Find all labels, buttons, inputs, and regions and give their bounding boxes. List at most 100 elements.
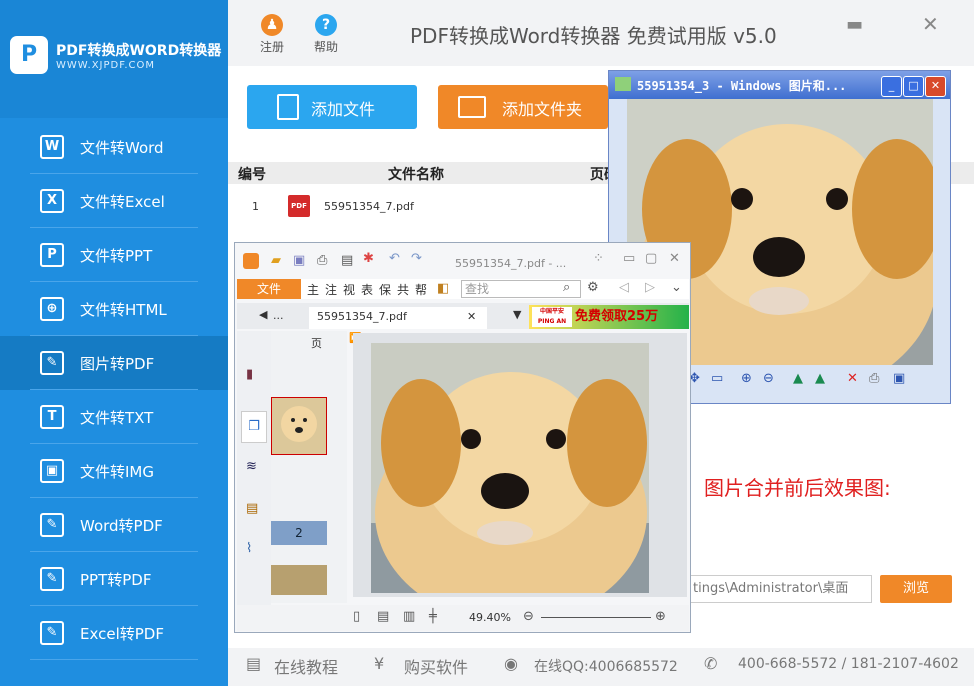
rotate-right-icon[interactable]: ▲ [815,371,825,386]
add-folder-button[interactable]: 添加文件夹 [438,85,608,129]
zoom-in-icon[interactable]: ⊕ [741,371,752,386]
sidebar-item-excel-to-pdf[interactable]: ✎ Excel转PDF [0,606,228,660]
menu-item[interactable]: 帮 [415,281,427,298]
prev-icon[interactable]: ◁ [619,280,629,295]
brand-url: WWW.XJPDF.COM [56,60,156,71]
sidebar-item-label: Word转PDF [80,517,163,535]
page-2-thumbnail[interactable] [271,565,327,595]
viewer-minimize-icon[interactable]: _ [881,76,902,97]
sidebar: P PDF转换成WORD转换器 WWW.XJPDF.COM W 文件转Word X 文… [0,0,228,686]
tab-overflow[interactable]: ... [273,309,284,322]
reader-menu-bar: 文件 主 注 视 表 保 共 帮 ◧ 查找 ⌕ ⚙ ◁ ▷ ⌄ [237,279,689,299]
next-icon[interactable]: ▷ [645,280,655,295]
output-path-input[interactable]: tings\Administrator\桌面 [690,575,872,603]
browse-button[interactable]: 浏览 [880,575,952,603]
sidebar-item-ppt-to-pdf[interactable]: ✎ PPT转PDF [0,552,228,606]
new-icon[interactable]: ✱ [363,251,374,266]
facing-icon[interactable]: ▥ [403,609,415,624]
zoom-out-icon[interactable]: ⊖ [763,371,774,386]
document-tab[interactable]: 55951354_7.pdf ✕ [309,307,487,329]
menu-item[interactable]: 共 [397,281,409,298]
cover-icon[interactable]: ╪ [429,609,437,624]
viewer-maximize-icon[interactable]: □ [903,76,924,97]
redo-icon[interactable]: ↷ [411,251,422,266]
minimize-icon[interactable]: ▬ [846,14,863,35]
reader-side-rail: ▮ ❐ ≋ ▤ ⌇ [237,331,271,631]
menu-item[interactable]: 视 [343,281,355,298]
file-menu[interactable]: 文件 [237,279,301,299]
chevron-down-icon[interactable]: ⌄ [671,280,682,295]
save-icon[interactable]: ▣ [893,371,905,386]
gear-icon[interactable]: ⚙ [587,280,599,295]
reader-minimize-icon[interactable]: ▭ [623,251,635,266]
buy-software-link[interactable]: 购买软件 [404,654,468,678]
file-type-icon: ✎ [40,351,64,375]
sidebar-item-img[interactable]: ▣ 文件转IMG [0,444,228,498]
file-type-icon: X [40,189,64,213]
qq-contact[interactable]: 在线QQ:4006685572 [534,656,678,676]
print-icon[interactable]: ⎙ [869,371,879,386]
app-title: PDF转换成Word转换器 免费试用版 v5.0 [410,24,777,48]
sidebar-item-html[interactable]: ⊕ 文件转HTML [0,282,228,336]
search-icon[interactable]: ⌕ [563,280,570,295]
ad-banner[interactable]: 中国平安 PING AN 免费领取25万 [529,305,689,329]
file-type-icon: ✎ [40,621,64,645]
tutorial-icon: ▤ [246,654,262,673]
footer-bar: ▤ 在线教程 ¥ 购买软件 ◉ 在线QQ:4006685572 ✆ 400-66… [228,648,974,686]
sidebar-item-word[interactable]: W 文件转Word [0,120,228,174]
bookmark-icon[interactable]: ▮ [246,367,253,382]
online-tutorial-link[interactable]: 在线教程 [274,654,338,678]
zoom-level[interactable]: 49.40% [469,611,511,624]
open-icon[interactable]: ▰ [271,253,281,268]
file-type-icon: P [40,243,64,267]
menu-item[interactable]: 主 [307,281,319,298]
phone-numbers: 400-668-5572 / 181-2107-4602 [738,656,959,672]
close-icon[interactable]: ✕ [922,12,939,36]
save-icon[interactable]: ▣ [293,253,305,268]
sidebar-item-ppt[interactable]: P 文件转PPT [0,228,228,282]
file-type-icon: ⊕ [40,297,64,321]
menu-item[interactable]: 保 [379,281,391,298]
page-thumbnail[interactable] [271,397,327,455]
tab-dropdown-icon[interactable]: ▼ [513,308,521,321]
slideshow-icon[interactable]: ▭ [711,371,723,386]
zoom-slider[interactable] [541,617,651,618]
add-file-button[interactable]: 添加文件 [247,85,417,129]
sidebar-item-label: 文件转IMG [80,463,154,481]
sidebar-item-image[interactable]: ✎ 图片转PDF [0,336,228,390]
document-view[interactable] [353,333,687,597]
reader-restore-icon[interactable]: ▢ [645,251,657,266]
reader-close-icon[interactable]: ✕ [669,251,680,266]
help-button[interactable]: ? 帮助 [306,14,346,55]
zoom-in-icon[interactable]: ⊕ [655,609,666,624]
continuous-icon[interactable]: ▤ [377,609,389,624]
single-page-icon[interactable]: ▯ [353,609,360,624]
pages-icon[interactable]: ❐ [241,411,267,443]
delete-icon[interactable]: ✕ [847,371,858,386]
thumbnail-image [272,398,326,454]
rotate-left-icon[interactable]: ▲ [793,371,803,386]
viewer-close-icon[interactable]: ✕ [925,76,946,97]
comments-icon[interactable]: ▤ [246,501,258,516]
row-file-name: 55951354_7.pdf [324,200,414,213]
ad-text: 免费领取25万 [575,309,659,324]
file-type-icon: ✎ [40,567,64,591]
print-icon[interactable]: ⎙ [317,253,327,268]
attachment-icon[interactable]: ⌇ [246,541,252,556]
sidebar-item-excel[interactable]: X 文件转Excel [0,174,228,228]
scan-icon[interactable]: ▤ [341,253,353,268]
layers-icon[interactable]: ≋ [246,459,257,474]
tab-scroll-left-icon[interactable]: ◀ [259,308,267,321]
layout-icon[interactable]: ⁘ [593,251,604,266]
menu-item[interactable]: 注 [325,281,337,298]
sidebar-item-label: 文件转Word [80,139,164,157]
register-button[interactable]: ♟ 注册 [252,14,292,55]
page-2-label[interactable]: 2 [271,521,327,545]
tab-close-icon[interactable]: ✕ [467,307,476,327]
menu-item[interactable]: 表 [361,281,373,298]
sidebar-item-txt[interactable]: T 文件转TXT [0,390,228,444]
search-folder-icon[interactable]: ◧ [437,281,449,296]
zoom-out-icon[interactable]: ⊖ [523,609,534,624]
undo-icon[interactable]: ↶ [389,251,400,266]
sidebar-item-word-to-pdf[interactable]: ✎ Word转PDF [0,498,228,552]
